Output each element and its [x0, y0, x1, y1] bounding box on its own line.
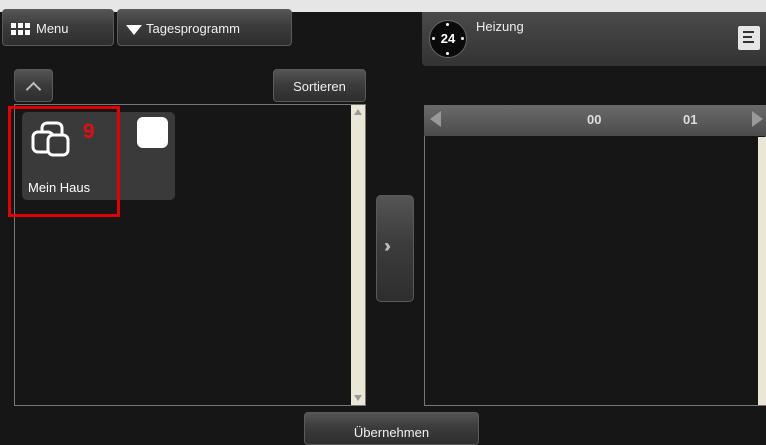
transfer-button[interactable]: ››: [376, 195, 414, 302]
chevron-up-icon: [25, 81, 42, 98]
top-strip: [0, 0, 766, 12]
header-bar: [422, 12, 766, 66]
clock-number: 24: [440, 31, 456, 46]
sort-label: Sortieren: [293, 79, 346, 94]
left-scrollbar[interactable]: [351, 105, 365, 405]
up-button[interactable]: [14, 69, 53, 102]
double-arrow-right-icon: ››: [384, 236, 391, 256]
select-checkbox[interactable]: [137, 117, 168, 148]
grid-menu-icon: [11, 23, 31, 35]
scroll-up-icon[interactable]: [354, 109, 362, 115]
apply-label: Übernehmen: [353, 425, 430, 440]
document-icon[interactable]: [738, 26, 760, 50]
scroll-down-icon[interactable]: [354, 395, 362, 401]
prev-arrow-icon[interactable]: [430, 111, 441, 127]
right-scrollbar[interactable]: [758, 137, 766, 405]
page-title: Heizung: [476, 19, 524, 34]
menu-button[interactable]: Menu: [2, 9, 114, 46]
hour-label: 01: [683, 112, 698, 127]
program-label: Tagesprogramm: [146, 21, 240, 36]
highlight-box: [8, 106, 120, 217]
program-dropdown[interactable]: Tagesprogramm: [117, 9, 292, 46]
timeline-panel: [424, 105, 766, 406]
hour-label: 00: [587, 112, 602, 127]
apply-button[interactable]: Übernehmen: [304, 412, 479, 445]
sort-button[interactable]: Sortieren: [273, 69, 366, 102]
next-arrow-icon[interactable]: [752, 111, 763, 127]
caret-down-icon: [126, 25, 142, 35]
menu-label: Menu: [36, 21, 69, 36]
